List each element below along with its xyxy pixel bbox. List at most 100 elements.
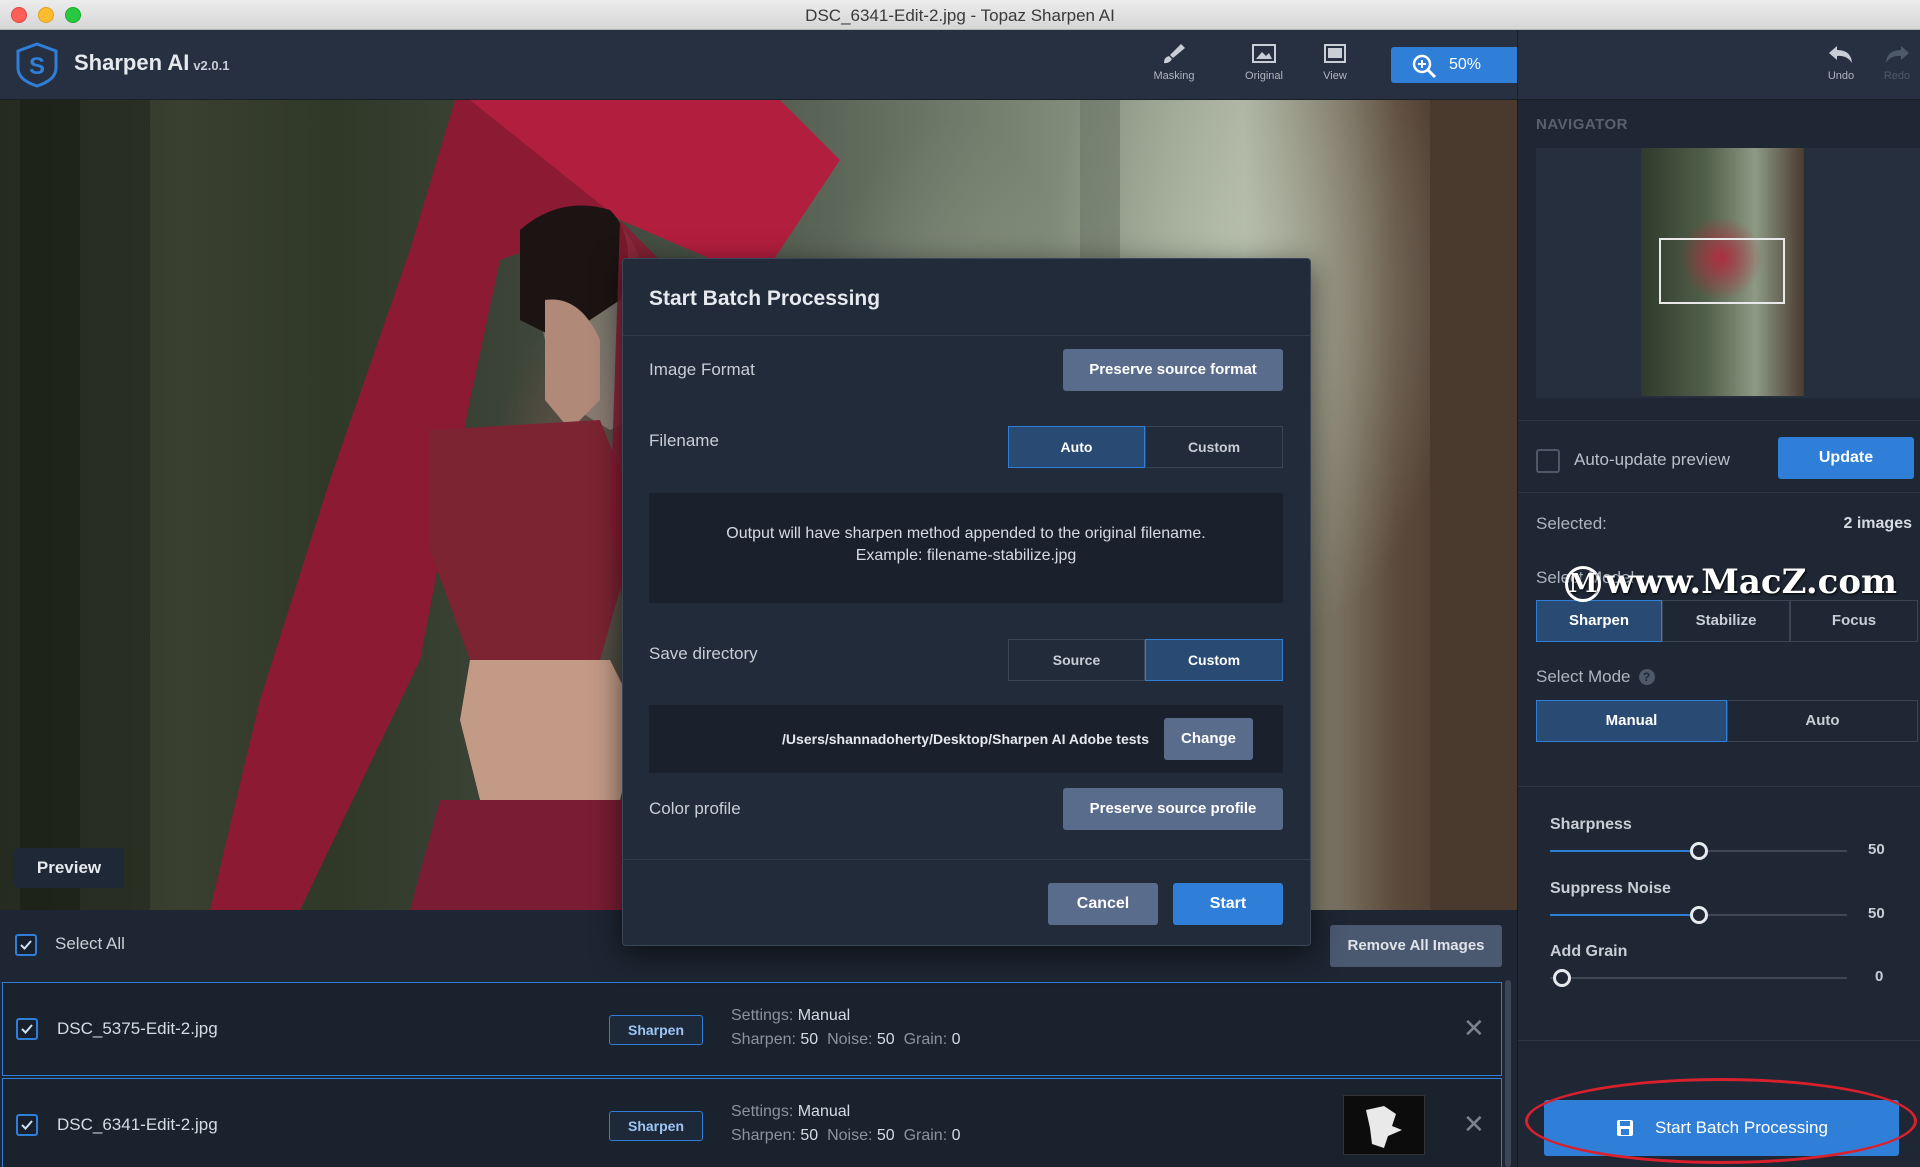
- save-path: /Users/shannadoherty/Desktop/Sharpen AI …: [782, 731, 1149, 747]
- navigator: [1536, 148, 1920, 398]
- save-icon: [1617, 1120, 1633, 1136]
- save-dir-custom-button[interactable]: Custom: [1145, 639, 1283, 681]
- settings-value: Manual: [797, 1007, 851, 1024]
- start-batch-processing-button[interactable]: Start Batch Processing: [1544, 1100, 1899, 1156]
- brush-icon: [1164, 44, 1185, 64]
- checkmark-icon: [20, 940, 32, 950]
- remove-file-icon[interactable]: ✕: [1463, 1013, 1485, 1044]
- slider-track[interactable]: [1550, 842, 1847, 860]
- window-title: DSC_6341-Edit-2.jpg - Topaz Sharpen AI: [805, 6, 1115, 25]
- filename-auto-button[interactable]: Auto: [1008, 426, 1145, 468]
- file-row[interactable]: DSC_5375-Edit-2.jpg Sharpen Settings: Ma…: [2, 982, 1502, 1076]
- slider-handle[interactable]: [1689, 842, 1708, 860]
- change-directory-button[interactable]: Change: [1164, 718, 1253, 760]
- masking-tool[interactable]: Masking: [1144, 42, 1204, 82]
- checkmark-icon: [21, 1120, 33, 1130]
- save-directory-label: Save directory: [649, 644, 758, 663]
- grain-label: Grain:: [903, 1031, 948, 1048]
- slider-value: 50: [1868, 905, 1885, 922]
- app-version: v2.0.1: [193, 58, 230, 73]
- selected-count: 2 images: [1843, 515, 1912, 532]
- dialog-divider: [623, 335, 1310, 336]
- file-list-scrollbar[interactable]: [1505, 980, 1511, 1167]
- grain-label: Grain:: [903, 1127, 948, 1144]
- selected-label: Selected:: [1536, 514, 1607, 533]
- original-label: Original: [1245, 70, 1283, 82]
- slider-track[interactable]: [1550, 969, 1847, 987]
- dialog-title: Start Batch Processing: [649, 287, 881, 310]
- sharpen-ai-logo-icon: S: [16, 42, 58, 88]
- file-name: DSC_6341-Edit-2.jpg: [57, 1115, 218, 1134]
- slider-label: Add Grain: [1550, 943, 1628, 960]
- settings-value: Manual: [797, 1103, 851, 1120]
- navigator-thumbnail[interactable]: [1641, 148, 1804, 396]
- info-line-2: Example: filename-stabilize.jpg: [855, 547, 1077, 564]
- settings-label: Settings:: [731, 1103, 794, 1120]
- redo-button[interactable]: Redo: [1867, 42, 1920, 82]
- remove-file-icon[interactable]: ✕: [1463, 1109, 1485, 1140]
- color-profile-label: Color profile: [649, 799, 741, 818]
- settings-panel: NAVIGATOR Auto-update preview Update Sel…: [1517, 100, 1920, 1167]
- select-all-checkbox[interactable]: [15, 934, 37, 956]
- navigator-viewport-rect[interactable]: [1659, 238, 1785, 304]
- image-format-button[interactable]: Preserve source format: [1063, 349, 1283, 391]
- cancel-button[interactable]: Cancel: [1048, 883, 1158, 925]
- sharpen-value: 50: [800, 1031, 819, 1048]
- batch-processing-dialog: Start Batch Processing Image Format Pres…: [622, 258, 1311, 946]
- noise-value: 50: [876, 1031, 895, 1048]
- slider-label: Sharpness: [1550, 816, 1632, 833]
- remove-all-images-button[interactable]: Remove All Images: [1330, 925, 1502, 967]
- grain-value: 0: [951, 1031, 961, 1048]
- filename-custom-button[interactable]: Custom: [1145, 426, 1283, 468]
- select-mode-text: Select Mode: [1536, 667, 1631, 686]
- file-name: DSC_5375-Edit-2.jpg: [57, 1019, 218, 1038]
- zoom-in-icon: [1412, 54, 1437, 79]
- image-format-label: Image Format: [649, 360, 755, 379]
- zoom-button[interactable]: 50%: [1391, 47, 1537, 83]
- divider: [1518, 786, 1920, 787]
- update-button[interactable]: Update: [1778, 437, 1914, 479]
- sharpen-label: Sharpen:: [731, 1127, 796, 1144]
- mode-manual-button[interactable]: Manual: [1536, 700, 1727, 742]
- slider-fill: [1550, 914, 1699, 916]
- save-dir-source-button[interactable]: Source: [1008, 639, 1145, 681]
- slider-track[interactable]: [1550, 906, 1847, 924]
- image-icon: [1252, 44, 1276, 63]
- history-toolbar: Undo Redo: [1517, 30, 1920, 100]
- model-sharpen-button[interactable]: Sharpen: [1536, 600, 1662, 642]
- slider-handle[interactable]: [1552, 969, 1571, 987]
- slider-handle[interactable]: [1689, 906, 1708, 924]
- help-icon[interactable]: ?: [1638, 669, 1655, 685]
- filename-label: Filename: [649, 431, 719, 450]
- dialog-divider: [623, 859, 1310, 860]
- watermark: Mwww.MacZ.com: [1565, 562, 1897, 602]
- undo-button[interactable]: Undo: [1811, 42, 1871, 82]
- undo-icon: [1829, 46, 1852, 63]
- model-stabilize-button[interactable]: Stabilize: [1662, 600, 1790, 642]
- svg-text:S: S: [29, 53, 45, 80]
- preview-button[interactable]: Preview: [14, 848, 124, 888]
- file-list-panel: Select All Remove All Images DSC_5375-Ed…: [0, 910, 1517, 1167]
- start-button[interactable]: Start: [1173, 883, 1283, 925]
- auto-update-checkbox[interactable]: [1536, 449, 1560, 473]
- method-badge: Sharpen: [609, 1111, 703, 1141]
- file-checkbox[interactable]: [16, 1018, 38, 1040]
- view-tool[interactable]: View: [1305, 42, 1365, 82]
- slider-value: 0: [1875, 968, 1884, 985]
- adjustments-line: Sharpen: 50 Noise: 50 Grain: 0: [731, 1127, 961, 1145]
- masking-label: Masking: [1153, 70, 1195, 82]
- color-profile-button[interactable]: Preserve source profile: [1063, 788, 1283, 830]
- original-tool[interactable]: Original: [1234, 42, 1294, 82]
- model-focus-button[interactable]: Focus: [1790, 600, 1918, 642]
- noise-label: Noise:: [827, 1127, 873, 1144]
- mask-thumbnail: [1343, 1095, 1425, 1155]
- mode-auto-button[interactable]: Auto: [1727, 700, 1918, 742]
- mask-shape: [1366, 1106, 1402, 1148]
- settings-line: Settings: Manual: [731, 1007, 850, 1025]
- start-batch-label: Start Batch Processing: [1655, 1118, 1828, 1137]
- grain-value: 0: [951, 1127, 961, 1144]
- file-checkbox[interactable]: [16, 1114, 38, 1136]
- file-row[interactable]: DSC_6341-Edit-2.jpg Sharpen Settings: Ma…: [2, 1078, 1502, 1167]
- zoom-level: 50%: [1449, 56, 1482, 73]
- settings-line: Settings: Manual: [731, 1103, 850, 1121]
